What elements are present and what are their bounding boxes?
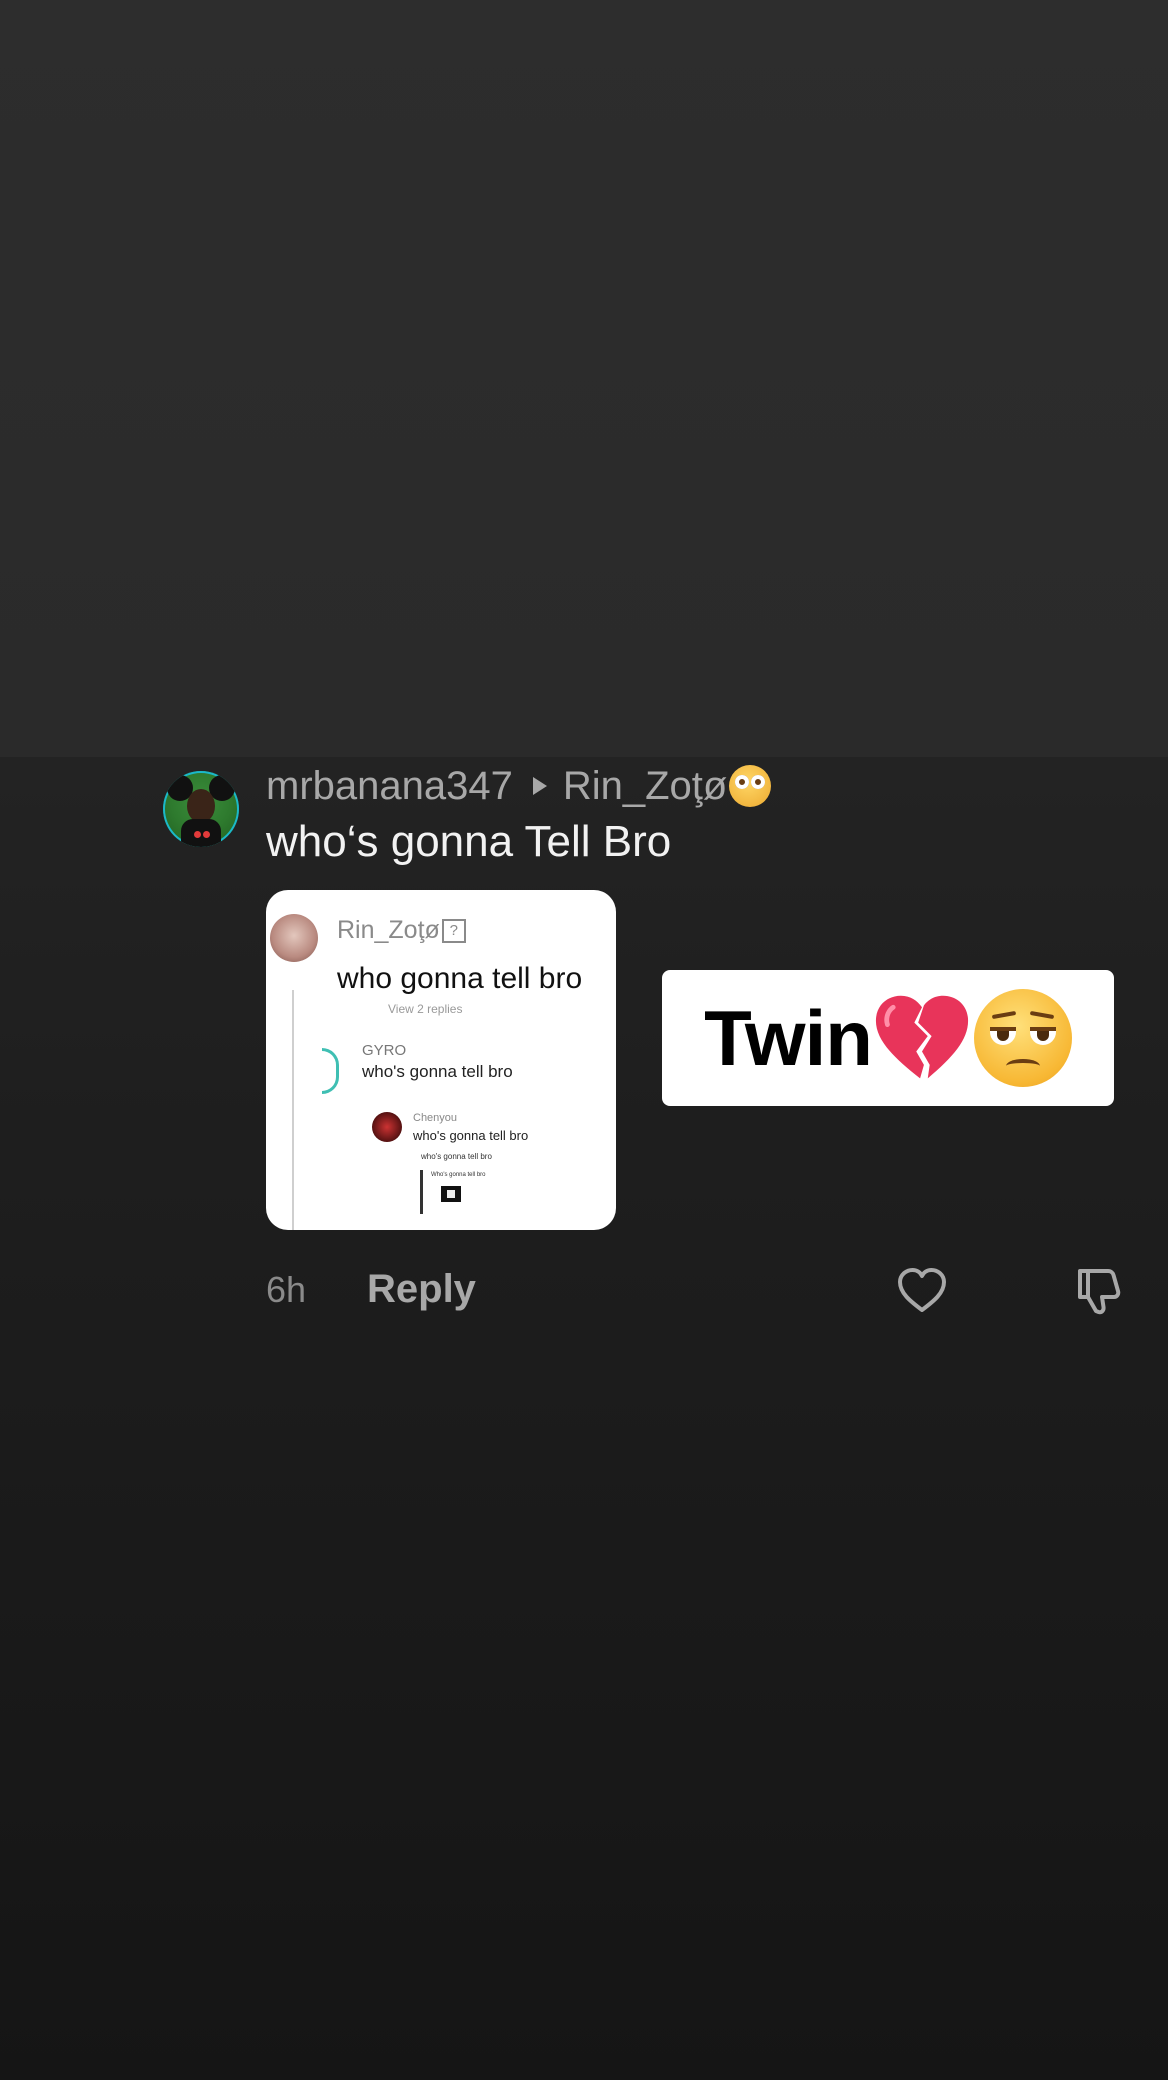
comment-username[interactable]: mrbanana347 bbox=[266, 764, 513, 809]
nested-comment: who's gonna tell bro bbox=[362, 1062, 513, 1081]
twin-sticker[interactable]: Twin bbox=[662, 970, 1114, 1106]
nested2-comment: who's gonna tell bro bbox=[413, 1128, 529, 1143]
sticker-text: Twin bbox=[704, 993, 873, 1082]
comment-image-attachment[interactable]: Rin_Zoţø? who gonna tell bro View 2 repl… bbox=[266, 890, 616, 1230]
flushed-face-icon bbox=[729, 765, 772, 807]
nested-thread-line bbox=[420, 1170, 423, 1214]
screenshot-badge-icon: ? bbox=[441, 919, 466, 944]
screenshot-view-replies: View 2 replies bbox=[388, 1002, 463, 1016]
nested-avatar bbox=[322, 1048, 339, 1094]
comment-actions: 6h Reply bbox=[266, 1261, 1126, 1321]
nested-username: GYRO bbox=[362, 1042, 407, 1059]
thread-line bbox=[292, 990, 294, 1230]
comment-timestamp: 6h bbox=[266, 1269, 307, 1310]
reply-to-username[interactable]: Rin_Zoţø bbox=[563, 764, 728, 809]
video-backdrop bbox=[0, 0, 1168, 757]
tiny-image-icon bbox=[441, 1186, 461, 1202]
nested2-username: Chenyou bbox=[413, 1112, 458, 1124]
dislike-icon[interactable] bbox=[1072, 1265, 1124, 1317]
reply-arrow-icon bbox=[532, 777, 547, 795]
heart-icon[interactable] bbox=[896, 1265, 948, 1317]
comment-item: mrbanana347 Rin_Zoţø who‘s gonna Tell Br… bbox=[0, 757, 1168, 1357]
screenshot-username: Rin_Zoţø? bbox=[337, 916, 466, 945]
nested4-comment: Who's gonna tell bro bbox=[431, 1172, 486, 1178]
comment-header: mrbanana347 Rin_Zoţø bbox=[266, 761, 772, 811]
unamused-face-icon bbox=[973, 989, 1072, 1087]
broken-heart-icon bbox=[874, 993, 970, 1083]
screenshot-avatar bbox=[270, 914, 318, 962]
comment-text: who‘s gonna Tell Bro bbox=[266, 817, 672, 866]
reply-button[interactable]: Reply bbox=[367, 1267, 476, 1312]
screenshot-comment: who gonna tell bro bbox=[337, 962, 583, 995]
nested2-avatar bbox=[372, 1112, 402, 1142]
nested3-comment: who's gonna tell bro bbox=[421, 1152, 492, 1161]
avatar[interactable] bbox=[163, 771, 239, 847]
